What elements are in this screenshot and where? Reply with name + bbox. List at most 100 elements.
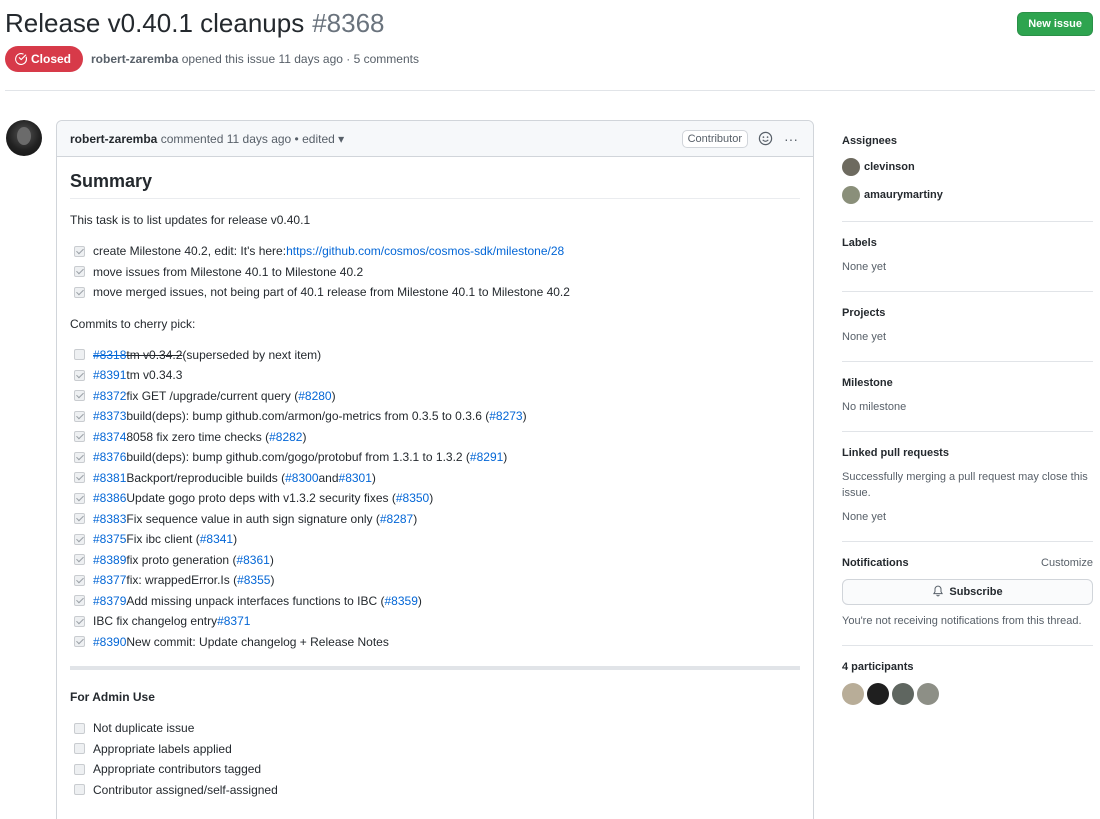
ref-pr-link[interactable]: #8287 <box>380 512 413 526</box>
pr-link[interactable]: #8383 <box>93 512 126 526</box>
linked-prs-heading[interactable]: Linked pull requests <box>842 447 1093 459</box>
ref-pr-link[interactable]: #8280 <box>298 389 331 403</box>
pr-link[interactable]: #8374 <box>93 430 126 444</box>
task-text: Appropriate labels applied <box>93 741 232 756</box>
commit-item: #8376 build(deps): bump github.com/gogo/… <box>70 447 800 468</box>
task-checkbox[interactable] <box>74 492 85 504</box>
linked-prs-value: None yet <box>842 511 887 523</box>
ref-pr-link[interactable]: #8300 <box>285 471 318 485</box>
issue-state-label: Closed <box>31 52 72 66</box>
participants-section: 4 participants <box>842 646 1093 721</box>
commit-text: (superseded by next item) <box>182 347 322 362</box>
admin-task-item: Appropriate labels applied <box>70 739 800 760</box>
task-checkbox[interactable] <box>74 451 85 463</box>
ref-pr-link[interactable]: #8359 <box>385 594 418 608</box>
pr-link[interactable]: #8381 <box>93 471 126 485</box>
smiley-icon[interactable] <box>756 130 774 148</box>
task-checkbox[interactable] <box>74 245 85 257</box>
edited-dropdown-icon[interactable]: ▾ <box>338 132 344 146</box>
ref-pr-link[interactable]: #8282 <box>269 430 302 444</box>
author-avatar[interactable] <box>6 120 42 156</box>
admin-heading: For Admin Use <box>70 690 155 704</box>
commit-item: #8375 Fix ibc client (#8341) <box>70 529 800 550</box>
notifications-section: Notifications Customize Subscribe You're… <box>842 542 1093 646</box>
task-checkbox[interactable] <box>74 743 85 755</box>
commit-item: #8383 Fix sequence value in auth sign si… <box>70 509 800 530</box>
milestone-section: Milestone No milestone <box>842 362 1093 432</box>
commits-heading: Commits to cherry pick: <box>70 316 196 331</box>
ref-pr-link[interactable]: #8361 <box>236 553 269 567</box>
task-checkbox[interactable] <box>74 431 85 443</box>
labels-heading[interactable]: Labels <box>842 237 1093 249</box>
commit-item: #8390 New commit: Update changelog + Rel… <box>70 632 800 653</box>
task-checkbox[interactable] <box>74 472 85 484</box>
task-checkbox[interactable] <box>74 595 85 607</box>
customize-link[interactable]: Customize <box>1041 557 1093 569</box>
participant-avatar[interactable] <box>917 683 939 705</box>
pr-link[interactable]: #8386 <box>93 491 126 505</box>
ref-pr-link[interactable]: #8301 <box>339 471 372 485</box>
contributor-badge: Contributor <box>681 129 748 148</box>
pr-link[interactable]: #8377 <box>93 573 126 587</box>
ref-pr-link[interactable]: #8355 <box>237 573 270 587</box>
task-checkbox[interactable] <box>74 286 85 298</box>
commit-text: fix: wrappedError.Is ( <box>126 573 238 588</box>
task-text: move issues from Milestone 40.1 to Miles… <box>93 264 364 279</box>
task-text: Contributor assigned/self-assigned <box>93 782 278 797</box>
participant-avatar[interactable] <box>892 683 914 705</box>
task-checkbox[interactable] <box>74 722 85 734</box>
task-checkbox[interactable] <box>74 574 85 586</box>
ref-pr-link[interactable]: #8291 <box>470 450 503 464</box>
issue-header: Release v0.40.1 cleanups #8368 New issue … <box>5 6 1095 72</box>
ref-pr-link[interactable]: #8273 <box>489 409 522 423</box>
pr-link[interactable]: #8372 <box>93 389 126 403</box>
task-checkbox[interactable] <box>74 636 85 648</box>
issue-author-link[interactable]: robert-zaremba <box>91 52 178 66</box>
commit-text: 8058 fix zero time checks ( <box>126 429 270 444</box>
commit-text: ) <box>429 491 434 506</box>
new-issue-button[interactable]: New issue <box>1017 12 1093 36</box>
task-checkbox[interactable] <box>74 763 85 775</box>
participant-avatar[interactable] <box>842 683 864 705</box>
projects-heading[interactable]: Projects <box>842 307 1093 319</box>
header-divider <box>5 90 1095 91</box>
milestone-link[interactable]: https://github.com/cosmos/cosmos-sdk/mil… <box>286 244 564 258</box>
commit-text: ) <box>269 552 274 567</box>
pr-link[interactable]: #8391 <box>93 368 126 382</box>
pr-link[interactable]: #8390 <box>93 635 126 649</box>
comment-meta[interactable]: commented 11 days ago • edited <box>161 132 335 146</box>
task-checkbox[interactable] <box>74 369 85 381</box>
pr-link[interactable]: #8379 <box>93 594 126 608</box>
admin-task-list: Not duplicate issue Appropriate labels ap… <box>70 718 800 800</box>
participant-avatar[interactable] <box>867 683 889 705</box>
pr-link[interactable]: #8376 <box>93 450 126 464</box>
task-checkbox[interactable] <box>74 349 85 361</box>
pr-link[interactable]: #8389 <box>93 553 126 567</box>
commit-text: IBC fix changelog entry <box>93 614 218 629</box>
assignee-item[interactable]: clevinson <box>842 157 1093 177</box>
task-checkbox[interactable] <box>74 513 85 525</box>
ref-pr-link[interactable]: #8350 <box>396 491 429 505</box>
participants-heading: 4 participants <box>842 661 914 673</box>
task-checkbox[interactable] <box>74 410 85 422</box>
comment-author-link[interactable]: robert-zaremba <box>70 132 157 146</box>
task-checkbox[interactable] <box>74 390 85 402</box>
assignees-heading[interactable]: Assignees <box>842 135 1093 147</box>
pr-link[interactable]: #8375 <box>93 532 126 546</box>
subscribe-button[interactable]: Subscribe <box>842 579 1093 605</box>
task-checkbox[interactable] <box>74 533 85 545</box>
task-checkbox[interactable] <box>74 615 85 627</box>
milestone-heading[interactable]: Milestone <box>842 377 1093 389</box>
task-item: create Milestone 40.2, edit: It's here: … <box>70 241 800 262</box>
pr-link[interactable]: #8318 <box>93 348 126 362</box>
pr-link[interactable]: #8373 <box>93 409 126 423</box>
task-checkbox[interactable] <box>74 554 85 566</box>
ref-pr-link[interactable]: #8341 <box>200 532 233 546</box>
kebab-menu-icon[interactable]: ··· <box>782 130 800 148</box>
assignee-item[interactable]: amaurymartiny <box>842 185 1093 205</box>
commit-text: ) <box>417 593 422 608</box>
ref-pr-link[interactable]: #8371 <box>217 614 250 628</box>
task-checkbox[interactable] <box>74 266 85 278</box>
commit-text: Update gogo proto deps with v1.3.2 secur… <box>126 491 396 506</box>
task-checkbox[interactable] <box>74 784 85 796</box>
